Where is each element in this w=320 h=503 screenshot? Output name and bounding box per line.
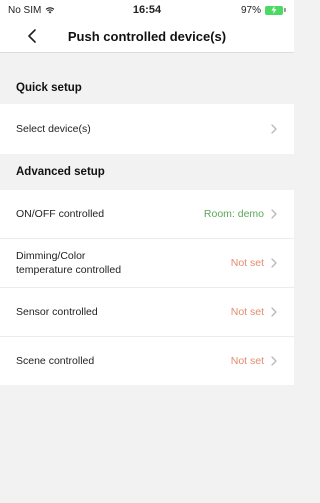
nav-divider <box>0 52 294 53</box>
chevron-right-icon <box>271 258 277 268</box>
chevron-right-icon <box>271 356 277 366</box>
section-header-quick-setup: Quick setup <box>0 72 294 104</box>
row-label-line1: Dimming/Color <box>16 249 86 262</box>
back-button[interactable] <box>20 24 44 48</box>
battery-icon <box>265 5 286 15</box>
battery-percent: 97% <box>240 4 261 16</box>
chevron-left-icon <box>28 29 36 43</box>
chevron-right-icon <box>271 124 277 134</box>
row-right: Room: demo <box>204 208 278 220</box>
chevron-right-icon <box>271 307 277 317</box>
page-title: Push controlled device(s) <box>67 28 227 44</box>
row-right <box>270 124 278 134</box>
row-right: Not set <box>231 257 278 269</box>
section-header-advanced-setup: Advanced setup <box>0 156 294 188</box>
row-right: Not set <box>231 306 278 318</box>
wifi-icon <box>45 7 55 14</box>
row-label-line2: temperature controlled <box>16 264 122 276</box>
row-value: Not set <box>230 355 264 367</box>
row-value: Room: demo <box>203 208 264 220</box>
row-label: Select device(s) <box>16 122 91 135</box>
sensor-controlled-row[interactable]: Sensor controlled Not set <box>0 288 294 336</box>
row-label: Scene controlled <box>16 354 95 367</box>
row-right: Not set <box>231 355 278 367</box>
status-bar: No SIM 16:54 97% <box>0 0 294 20</box>
chevron-right-icon <box>271 209 277 219</box>
dimming-color-temperature-row[interactable]: Dimming/Color temperature controlled Not… <box>0 239 294 287</box>
row-label: Sensor controlled <box>16 305 98 318</box>
row-value: Not set <box>230 306 264 318</box>
carrier-label: No SIM <box>8 4 42 16</box>
status-left: No SIM <box>8 5 55 16</box>
row-label: Dimming/Color temperature controlled <box>16 249 121 277</box>
row-value: Not set <box>230 257 264 269</box>
row-label: ON/OFF controlled <box>16 207 105 220</box>
navigation-bar: Push controlled device(s) <box>0 20 294 52</box>
status-right: 97% <box>241 5 286 16</box>
on-off-controlled-row[interactable]: ON/OFF controlled Room: demo <box>0 190 294 238</box>
scene-controlled-row[interactable]: Scene controlled Not set <box>0 337 294 385</box>
select-devices-row[interactable]: Select device(s) <box>0 104 294 154</box>
